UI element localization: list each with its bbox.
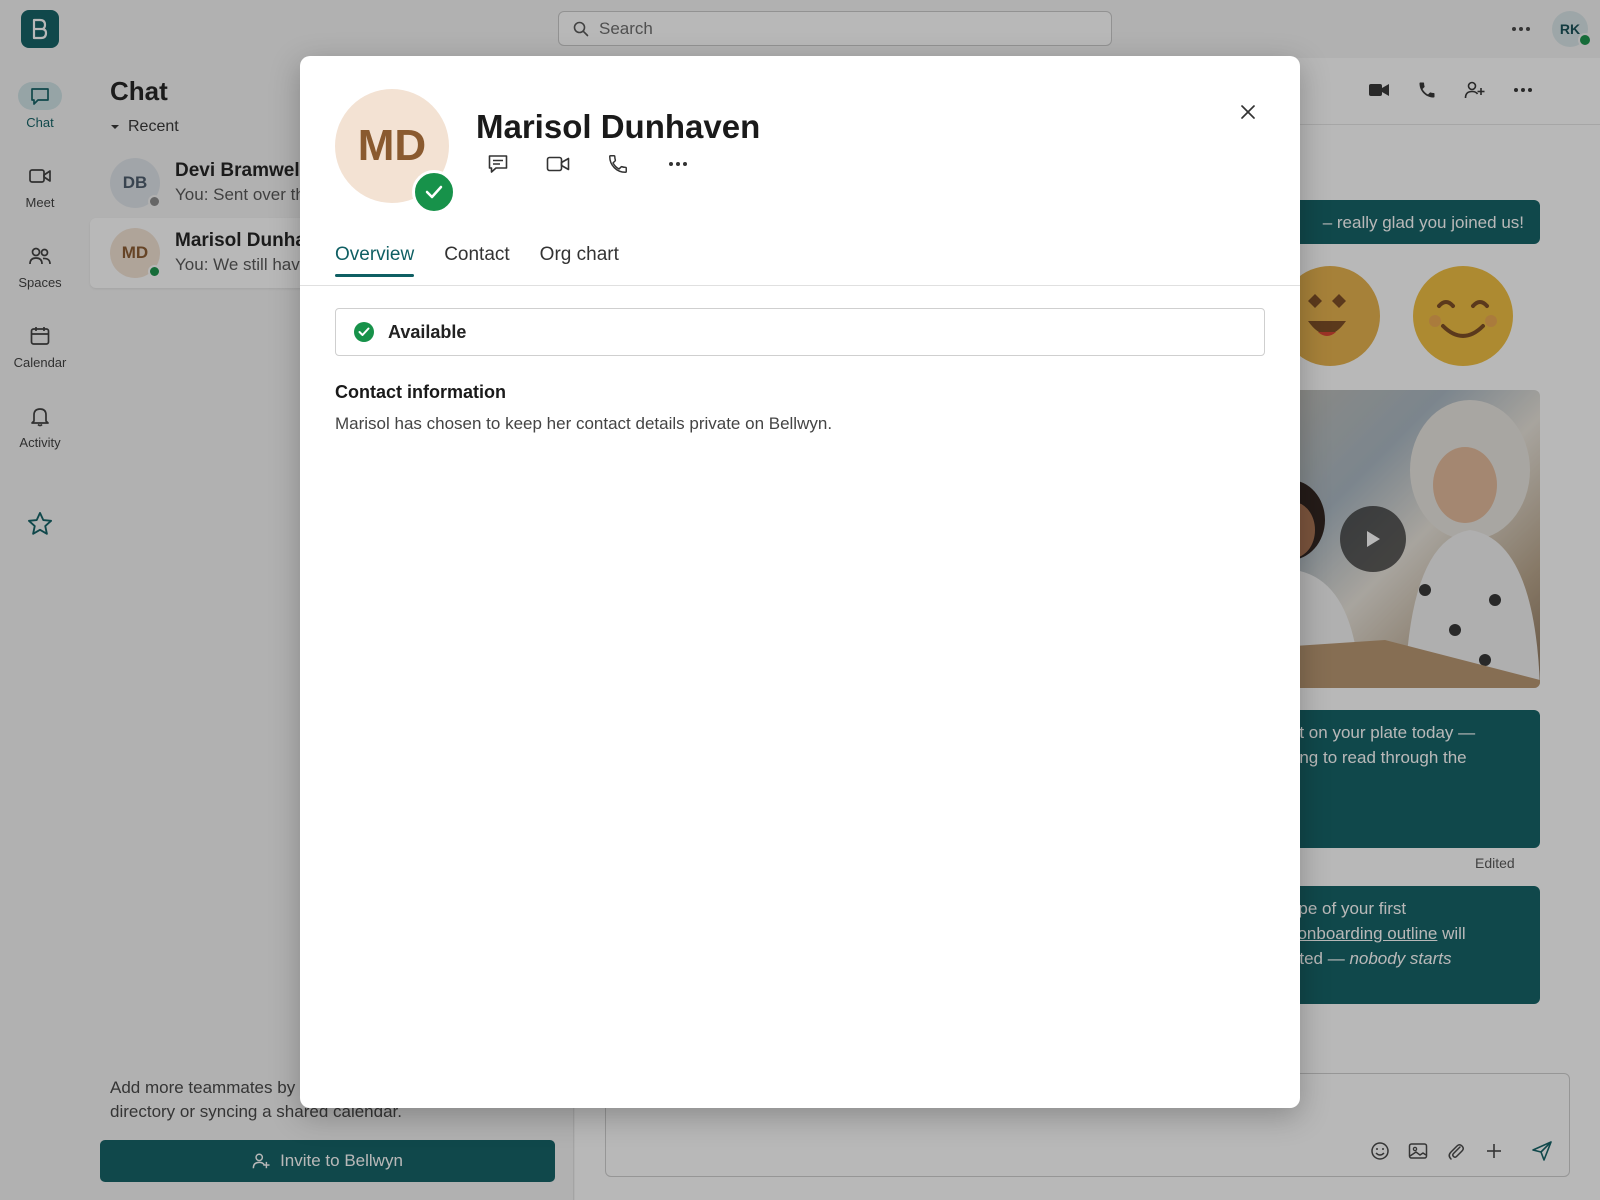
- profile-status-badge: [412, 170, 456, 214]
- message-icon: [488, 155, 508, 173]
- available-check-icon: [354, 322, 374, 342]
- phone-icon: [609, 155, 627, 173]
- video-camera-icon: [546, 156, 570, 172]
- profile-message-button[interactable]: [486, 152, 510, 176]
- profile-video-call-button[interactable]: [546, 152, 570, 176]
- profile-tabs: Overview Contact Org chart: [335, 244, 619, 277]
- contact-info-body: Marisol has chosen to keep her contact d…: [335, 414, 833, 433]
- profile-actions: [486, 152, 690, 176]
- close-button[interactable]: [1234, 98, 1262, 126]
- availability-status-card: Available: [335, 308, 1265, 356]
- checkmark-icon: [358, 327, 370, 336]
- profile-audio-call-button[interactable]: [606, 152, 630, 176]
- tabs-divider: [300, 285, 1300, 286]
- more-horizontal-icon: [669, 162, 687, 166]
- checkmark-icon: [425, 185, 443, 199]
- profile-name: Marisol Dunhaven: [476, 108, 761, 145]
- tab-contact[interactable]: Contact: [444, 244, 509, 276]
- availability-status-text: Available: [388, 321, 467, 342]
- contact-info-heading: Contact information: [335, 382, 506, 402]
- profile-more-button[interactable]: [666, 152, 690, 176]
- tab-org-chart[interactable]: Org chart: [540, 244, 619, 276]
- close-icon: [1241, 105, 1255, 119]
- tab-overview[interactable]: Overview: [335, 244, 415, 277]
- profile-modal: MD Marisol Dunhaven Overview Contact Org…: [300, 56, 1300, 1108]
